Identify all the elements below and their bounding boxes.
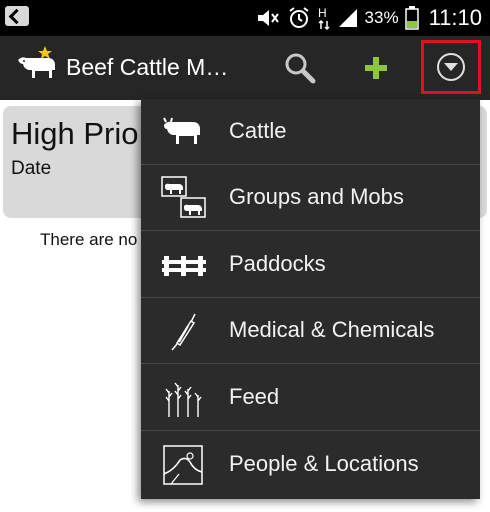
status-bar: H 33% 11:10 [0,0,490,36]
navigation-dropdown-menu: Cattle Groups and Mobs Paddocks Medical … [141,99,480,499]
alarm-icon [288,7,309,28]
menu-item-paddocks[interactable]: Paddocks [141,232,480,298]
status-icons: H 33% 11:10 [255,0,482,36]
dropdown-arrow-icon [437,53,465,81]
overflow-menu-button[interactable] [421,40,481,94]
mute-icon [257,10,279,26]
add-icon [365,57,387,79]
map-icon [163,445,203,485]
menu-item-feed[interactable]: Feed [141,365,480,431]
empty-list-text: There are no [40,230,138,249]
menu-item-medical-and-chemicals[interactable]: Medical & Chemicals [141,298,480,364]
feed-icon [165,382,202,417]
menu-item-label: Cattle [229,118,287,143]
menu-item-label: Medical & Chemicals [229,317,435,342]
menu-item-label: Paddocks [229,251,326,276]
add-button[interactable] [358,50,394,86]
notification-back-icon [5,6,29,26]
search-icon [285,53,316,84]
search-button[interactable] [282,50,318,86]
clock: 11:10 [428,5,482,30]
signal-icon [338,9,357,27]
cow-star-logo-icon[interactable] [16,44,62,89]
app-title: Beef Cattle M… [66,54,229,80]
menu-item-label: Groups and Mobs [229,184,404,209]
menu-item-label: People & Locations [229,451,419,476]
data-icon: H [318,6,330,31]
action-bar: Beef Cattle M… [0,36,490,100]
battery-percent: 33% [364,8,399,27]
menu-item-groups-and-mobs[interactable]: Groups and Mobs [141,165,480,231]
battery-icon [404,6,419,30]
cattle-icon [163,117,200,144]
card-title: High Prio [11,116,139,151]
menu-item-label: Feed [229,384,280,409]
syringe-icon [171,313,196,351]
groups-icon [161,176,206,218]
fence-icon [162,256,206,276]
menu-item-cattle[interactable]: Cattle [141,99,480,165]
menu-item-people-and-locations[interactable]: People & Locations [141,432,480,498]
svg-text:H: H [318,6,327,20]
card-date-label: Date [11,158,52,179]
